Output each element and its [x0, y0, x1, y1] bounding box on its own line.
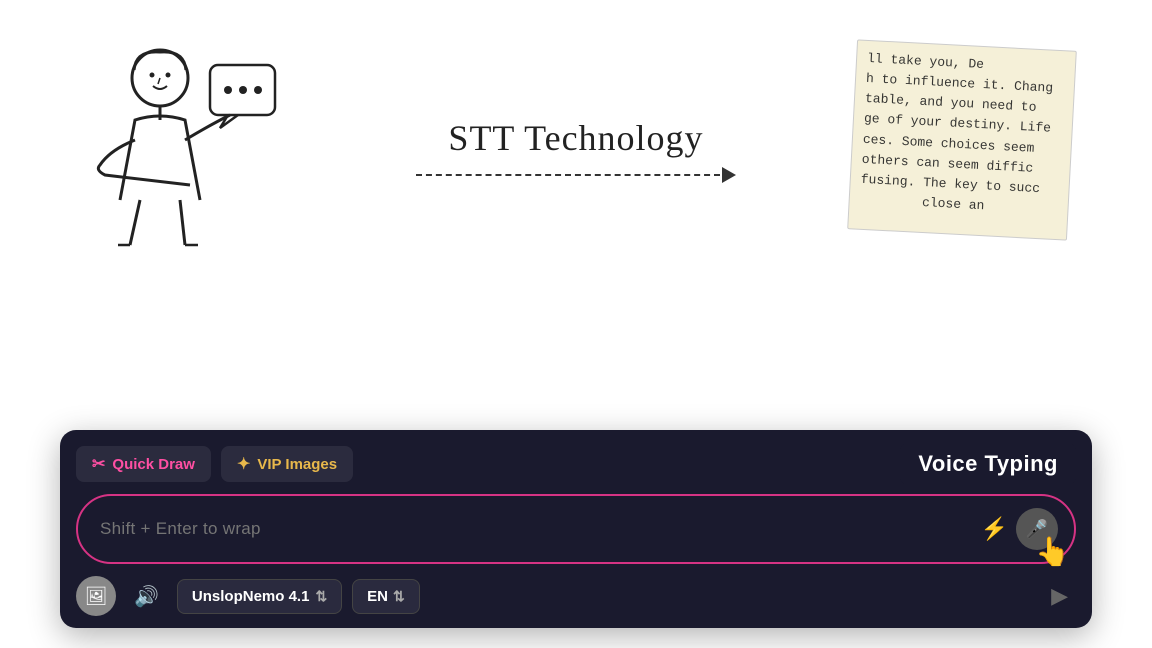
quick-draw-button[interactable]: ✂ Quick Draw [76, 446, 211, 482]
toolbar-row: ✂ Quick Draw ✦ VIP Images Voice Typing [76, 446, 1076, 482]
lang-selector[interactable]: EN ⇅ [352, 579, 420, 614]
arrow-section: STT Technology [300, 117, 852, 183]
top-section: STT Technology ll take you, De h to infl… [0, 0, 1152, 290]
speaker-icon: 🔊 [134, 586, 159, 608]
input-row: ⚡ 🎤 👆 [76, 494, 1076, 564]
bottom-controls: 🖼 🔊 UnslopNemo 4.1 ⇅ EN ⇅ ▶ [76, 576, 1076, 616]
stt-label: STT Technology [448, 117, 703, 159]
lightning-icon[interactable]: ⚡ [981, 516, 1008, 542]
voice-typing-badge: Voice Typing [900, 443, 1076, 485]
vip-images-button[interactable]: ✦ VIP Images [221, 446, 353, 482]
image-button[interactable]: 🖼 [76, 576, 116, 616]
voice-typing-label: Voice Typing [918, 451, 1058, 476]
speaker-button[interactable]: 🔊 [126, 580, 167, 613]
person-illustration [80, 40, 300, 260]
arrow-head [722, 167, 736, 183]
sparkle-icon: ✦ [237, 454, 250, 474]
mic-icon: 🎤 [1026, 519, 1048, 540]
dashed-line [416, 174, 720, 176]
model-selector-label: UnslopNemo 4.1 [192, 588, 310, 605]
text-paper-content: ll take you, De h to influence it. Chang… [859, 49, 1065, 220]
send-button[interactable]: ▶ [1043, 579, 1076, 613]
chevron-updown-icon: ⇅ [315, 588, 327, 605]
scissors-icon: ✂ [92, 454, 105, 474]
lang-chevron-icon: ⇅ [393, 588, 405, 605]
quick-draw-label: Quick Draw [112, 456, 195, 473]
vip-images-label: VIP Images [257, 456, 337, 473]
message-input[interactable] [100, 519, 981, 539]
send-icon: ▶ [1051, 583, 1068, 608]
lang-selector-label: EN [367, 588, 388, 605]
hand-cursor-icon: 👆 [1035, 535, 1070, 568]
mic-button[interactable]: 🎤 👆 [1016, 508, 1058, 550]
dashed-arrow [416, 167, 736, 183]
chat-interface: ✂ Quick Draw ✦ VIP Images Voice Typing ⚡… [60, 430, 1092, 628]
text-paper: ll take you, De h to influence it. Chang… [847, 39, 1077, 240]
image-icon: 🖼 [85, 586, 108, 607]
model-selector[interactable]: UnslopNemo 4.1 ⇅ [177, 579, 342, 614]
